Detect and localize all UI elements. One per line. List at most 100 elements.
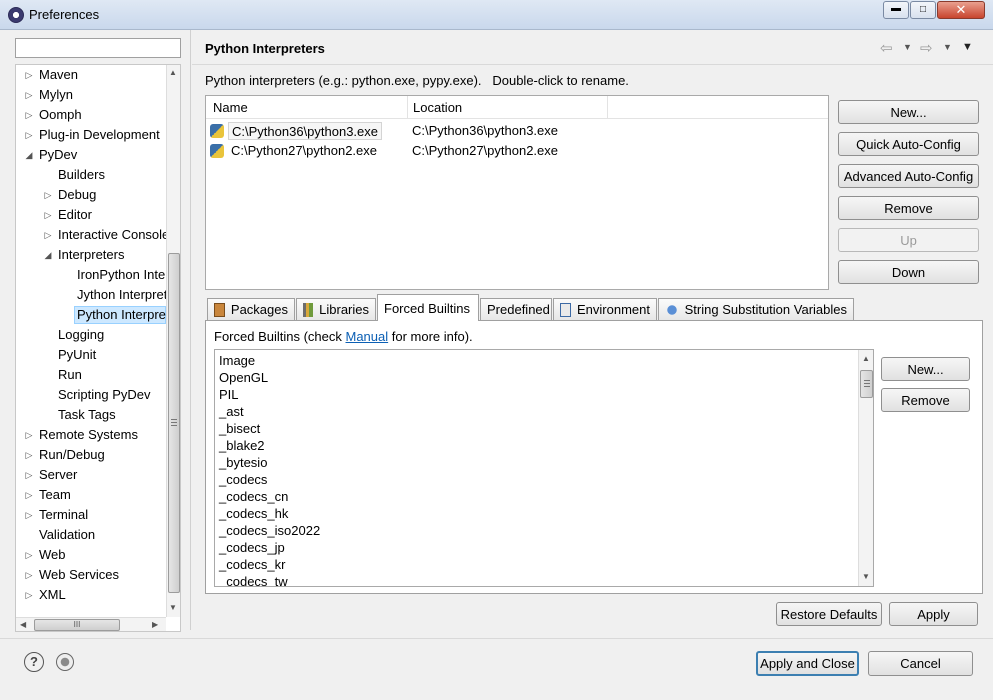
builtins-vscrollbar[interactable]: ▲ ▼ bbox=[858, 350, 873, 586]
tree-item[interactable]: Jython Interpreter bbox=[16, 285, 179, 305]
scroll-down-arrow-icon[interactable]: ▼ bbox=[169, 603, 177, 612]
table-row[interactable]: C:\Python36\python3.exe C:\Python36\pytho… bbox=[206, 121, 828, 141]
forward-dropdown-icon[interactable]: ▼ bbox=[943, 42, 952, 52]
tree-item[interactable]: ▷ Editor bbox=[16, 205, 166, 225]
remove-builtin-button[interactable]: Remove bbox=[881, 388, 970, 412]
help-icon[interactable]: ? bbox=[24, 652, 44, 672]
maximize-button[interactable]: □ bbox=[910, 1, 936, 19]
tree-item[interactable]: ▷ Team bbox=[16, 485, 166, 505]
list-item[interactable]: _blake2 bbox=[219, 437, 265, 454]
collapsed-arrow-icon[interactable]: ▷ bbox=[24, 465, 34, 485]
tree-item[interactable]: ▷ Terminal bbox=[16, 505, 166, 525]
tree-item[interactable]: IronPython Interpreter bbox=[16, 265, 180, 285]
collapsed-arrow-icon[interactable]: ▷ bbox=[24, 105, 34, 125]
tree-item[interactable]: ▷ Oomph bbox=[16, 105, 166, 125]
down-button[interactable]: Down bbox=[838, 260, 979, 284]
close-window-button[interactable]: ✕ bbox=[937, 1, 985, 19]
tree-item[interactable]: ▷ Debug bbox=[16, 185, 166, 205]
scroll-up-arrow-icon[interactable]: ▲ bbox=[169, 68, 177, 77]
list-item[interactable]: _ast bbox=[219, 403, 244, 420]
tree-item[interactable]: Run bbox=[16, 365, 166, 385]
list-item[interactable]: _bisect bbox=[219, 420, 260, 437]
tab-forced-builtins[interactable]: Forced Builtins bbox=[377, 294, 479, 321]
column-header-location[interactable]: Location bbox=[413, 100, 462, 115]
list-item[interactable]: PIL bbox=[219, 386, 239, 403]
restore-defaults-button[interactable]: Restore Defaults bbox=[776, 602, 882, 626]
tree-item[interactable]: ▷ Run/Debug bbox=[16, 445, 166, 465]
list-item[interactable]: _codecs_hk bbox=[219, 505, 288, 522]
remove-interpreter-button[interactable]: Remove bbox=[838, 196, 979, 220]
list-item[interactable]: OpenGL bbox=[219, 369, 268, 386]
apply-and-close-button[interactable]: Apply and Close bbox=[756, 651, 859, 676]
list-item[interactable]: _codecs bbox=[219, 471, 267, 488]
collapsed-arrow-icon[interactable]: ▷ bbox=[24, 565, 34, 585]
cancel-button[interactable]: Cancel bbox=[868, 651, 973, 676]
scroll-right-arrow-icon[interactable]: ▶ bbox=[152, 620, 158, 629]
tree-item[interactable]: ◢ Interpreters bbox=[16, 245, 166, 265]
tree-item[interactable]: ▷ XML bbox=[16, 585, 166, 605]
collapsed-arrow-icon[interactable]: ▷ bbox=[24, 445, 34, 465]
tree-item[interactable]: Scripting PyDev bbox=[16, 385, 166, 405]
collapsed-arrow-icon[interactable]: ▷ bbox=[24, 585, 34, 605]
hscroll-thumb[interactable]: III bbox=[34, 619, 120, 631]
scroll-left-arrow-icon[interactable]: ◀ bbox=[20, 620, 26, 629]
filter-input[interactable] bbox=[15, 38, 181, 58]
tree-hscrollbar[interactable]: ◀ III ▶ bbox=[16, 617, 166, 631]
apply-button[interactable]: Apply bbox=[889, 602, 978, 626]
tree-item[interactable]: ▷ Plug-in Development bbox=[16, 125, 166, 145]
list-item[interactable]: _codecs_kr bbox=[219, 556, 285, 573]
advanced-auto-config-button[interactable]: Advanced Auto-Config bbox=[838, 164, 979, 188]
list-item[interactable]: _bytesio bbox=[219, 454, 267, 471]
scroll-thumb[interactable] bbox=[168, 253, 180, 593]
new-interpreter-button[interactable]: New... bbox=[838, 100, 979, 124]
tree-item[interactable]: ▷ Server bbox=[16, 465, 166, 485]
tree-item[interactable]: ▷ Remote Systems bbox=[16, 425, 166, 445]
column-header-name[interactable]: Name bbox=[213, 100, 248, 115]
quick-auto-config-button[interactable]: Quick Auto-Config bbox=[838, 132, 979, 156]
tree-item[interactable]: ▷ Mylyn bbox=[16, 85, 166, 105]
tab-string-substitution[interactable]: String Substitution Variables bbox=[658, 298, 854, 320]
tree-item[interactable]: Python Interpreter bbox=[16, 305, 180, 325]
tree-vscrollbar[interactable]: ▲ ▼ bbox=[166, 65, 180, 617]
back-dropdown-icon[interactable]: ▼ bbox=[903, 42, 912, 52]
tree-item[interactable]: Logging bbox=[16, 325, 166, 345]
tab-packages[interactable]: Packages bbox=[207, 298, 295, 320]
list-item[interactable]: _codecs_cn bbox=[219, 488, 288, 505]
forward-arrow-icon[interactable]: ⇨ bbox=[920, 39, 933, 57]
back-arrow-icon[interactable]: ⇦ bbox=[880, 39, 893, 57]
collapsed-arrow-icon[interactable]: ▷ bbox=[24, 485, 34, 505]
collapsed-arrow-icon[interactable]: ▷ bbox=[24, 505, 34, 525]
minimize-button[interactable]: ▬ bbox=[883, 1, 909, 19]
scroll-down-arrow-icon[interactable]: ▼ bbox=[862, 572, 870, 581]
sash[interactable] bbox=[190, 30, 192, 630]
expanded-arrow-icon[interactable]: ◢ bbox=[24, 145, 34, 165]
tree-item[interactable]: ▷ Maven bbox=[16, 65, 166, 85]
collapsed-arrow-icon[interactable]: ▷ bbox=[43, 185, 53, 205]
collapsed-arrow-icon[interactable]: ▷ bbox=[24, 545, 34, 565]
view-menu-icon[interactable]: ▼ bbox=[962, 41, 973, 53]
collapsed-arrow-icon[interactable]: ▷ bbox=[24, 85, 34, 105]
expanded-arrow-icon[interactable]: ◢ bbox=[43, 245, 53, 265]
collapsed-arrow-icon[interactable]: ▷ bbox=[43, 205, 53, 225]
tree-item[interactable]: PyUnit bbox=[16, 345, 166, 365]
list-item[interactable]: _codecs_iso2022 bbox=[219, 522, 320, 539]
tree-item[interactable]: Validation bbox=[16, 525, 166, 545]
list-item[interactable]: Image bbox=[219, 352, 255, 369]
list-item[interactable]: _codecs_tw bbox=[219, 573, 288, 586]
collapsed-arrow-icon[interactable]: ▷ bbox=[43, 225, 53, 245]
tree-item[interactable]: ▷ Interactive Console bbox=[16, 225, 170, 245]
tree-item[interactable]: ▷ Web bbox=[16, 545, 166, 565]
tree-item[interactable]: ▷ Web Services bbox=[16, 565, 166, 585]
table-row[interactable]: C:\Python27\python2.exe C:\Python27\pytho… bbox=[206, 141, 828, 161]
tree-item[interactable]: Task Tags bbox=[16, 405, 166, 425]
tree-item[interactable]: Builders bbox=[16, 165, 166, 185]
forced-builtins-list[interactable]: Image OpenGL PIL _ast _bisect _blake2 _bytesio… bbox=[214, 349, 874, 587]
manual-link[interactable]: Manual bbox=[346, 329, 389, 344]
collapsed-arrow-icon[interactable]: ▷ bbox=[24, 125, 34, 145]
list-item[interactable]: _codecs_jp bbox=[219, 539, 285, 556]
tab-environment[interactable]: Environment bbox=[553, 298, 657, 320]
tree-item[interactable]: ◢ PyDev bbox=[16, 145, 166, 165]
builtins-scroll-thumb[interactable] bbox=[860, 370, 873, 398]
up-button[interactable]: Up bbox=[838, 228, 979, 252]
tab-libraries[interactable]: Libraries bbox=[296, 298, 376, 320]
